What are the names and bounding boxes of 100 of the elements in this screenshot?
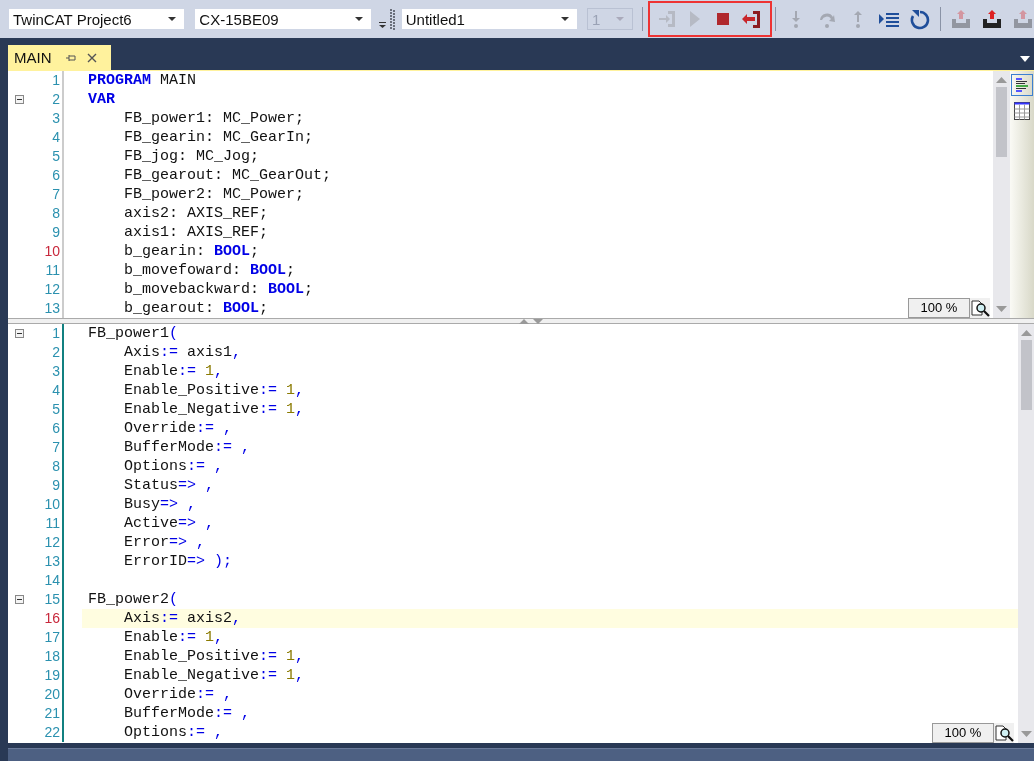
line-number: 3 (51, 109, 61, 128)
line-number: 13 (43, 552, 61, 571)
zoom-icon[interactable] (970, 298, 990, 318)
code-line: FB_power2( (88, 591, 179, 608)
scroll-thumb[interactable] (1020, 340, 1032, 410)
code-line: FB_power2: MC_Power; (123, 186, 305, 203)
code-line: Axis:= axis2, (123, 610, 242, 627)
code-line: BufferMode:= , (123, 439, 251, 456)
collapse-icon[interactable] (15, 595, 24, 604)
code-line: Enable:= 1, (123, 363, 224, 380)
line-number: 20 (43, 685, 61, 704)
scrollbar[interactable] (993, 71, 1010, 318)
code-line: b_gearout: BOOL; (123, 300, 269, 317)
line-number: 1 (51, 71, 61, 90)
code-line: Active=> , (123, 515, 215, 532)
code-line: Override:= , (123, 686, 233, 703)
code-line: FB_gearout: MC_GearOut; (123, 167, 332, 184)
document-tab[interactable]: MAIN (8, 45, 111, 70)
dropdown[interactable]: Untitled1 (400, 8, 579, 30)
line-number: 15 (43, 590, 61, 609)
caret-icon (561, 17, 570, 21)
scroll-thumb[interactable] (996, 87, 1007, 157)
code-line: axis2: AXIS_REF; (123, 205, 269, 222)
code-line: ErrorID=> ); (123, 553, 233, 570)
line-number: 8 (51, 457, 61, 476)
code-line: Status=> , (123, 477, 215, 494)
collapse-icon[interactable] (15, 95, 24, 104)
line-number: 22 (43, 723, 61, 742)
scroll-down-icon[interactable] (1020, 731, 1032, 737)
line-number: 10 (43, 242, 61, 261)
caret-icon (354, 17, 363, 21)
caret-icon (616, 17, 625, 21)
line-number: 5 (51, 400, 61, 419)
code-line: FB_power1: MC_Power; (123, 110, 305, 127)
line-number: 16 (43, 609, 61, 628)
grip-icon[interactable] (389, 8, 395, 30)
code-line: Enable_Positive:= 1, (123, 382, 305, 399)
line-number: 12 (43, 533, 61, 552)
line-number: 4 (51, 381, 61, 400)
code-line: PROGRAM MAIN (88, 72, 197, 89)
line-number: 21 (43, 704, 61, 723)
code-line: Error=> , (123, 534, 206, 551)
line-number: 13 (43, 299, 61, 318)
code-line: Enable:= 1, (123, 629, 224, 646)
code-line: Enable_Negative:= 1, (123, 667, 305, 684)
caret-icon[interactable] (1020, 56, 1030, 62)
line-number: 6 (51, 166, 61, 185)
dropdown[interactable]: CX-15BE09 (194, 8, 372, 30)
line-number: 8 (51, 204, 61, 223)
code-line: Override:= , (123, 420, 233, 437)
code-line: Enable_Positive:= 1, (123, 648, 305, 665)
splitter-arrows-icon[interactable] (518, 317, 544, 325)
code-line: Options:= , (123, 458, 224, 475)
line-number: 3 (51, 362, 61, 381)
line-number: 2 (51, 343, 61, 362)
code-line: BufferMode:= , (123, 705, 251, 722)
collapse-icon[interactable] (15, 329, 24, 338)
caret-icon (168, 17, 177, 21)
line-number: 2 (51, 90, 61, 109)
code-line: b_movebackward: BOOL; (123, 281, 314, 298)
scrollbar[interactable] (1018, 324, 1034, 743)
scroll-up-icon[interactable] (996, 77, 1007, 83)
line-number: 4 (51, 128, 61, 147)
pin-icon[interactable] (65, 52, 76, 63)
logout-icon[interactable] (740, 8, 763, 30)
zoom-level[interactable]: 100 % (908, 298, 970, 318)
code-line: Axis:= axis1, (123, 344, 242, 361)
code-line: axis1: AXIS_REF; (123, 224, 269, 241)
table-view-icon[interactable] (1013, 101, 1031, 121)
code-line: VAR (88, 91, 115, 108)
line-number: 9 (51, 476, 61, 495)
zoom-icon[interactable] (994, 723, 1014, 743)
line-number: 6 (51, 419, 61, 438)
code-line: FB_jog: MC_Jog; (123, 148, 260, 165)
line-number: 19 (43, 666, 61, 685)
line-number: 14 (43, 571, 61, 590)
dropdown[interactable]: TwinCAT Project6 (8, 8, 186, 30)
line-number: 9 (51, 223, 61, 242)
refresh-icon[interactable] (909, 8, 932, 30)
code-line: Enable_Negative:= 1, (123, 401, 305, 418)
close-icon[interactable] (86, 52, 97, 63)
text-view-icon[interactable] (1011, 74, 1033, 96)
code-line: FB_gearin: MC_GearIn; (123, 129, 314, 146)
zoom-level[interactable]: 100 % (932, 723, 994, 743)
line-number: 7 (51, 438, 61, 457)
line-number: 5 (51, 147, 61, 166)
line-number: 17 (43, 628, 61, 647)
code-line: FB_power1( (88, 325, 179, 342)
line-number: 11 (44, 261, 61, 280)
code-line: Busy=> , (123, 496, 197, 513)
line-number: 11 (44, 514, 61, 533)
code-line: Options:= , (123, 724, 224, 741)
line-number: 12 (43, 280, 61, 299)
line-number: 7 (51, 185, 61, 204)
code-line: b_movefoward: BOOL; (123, 262, 296, 279)
scroll-down-icon[interactable] (996, 306, 1007, 312)
scroll-up-icon[interactable] (1020, 330, 1032, 336)
code-line: b_gearin: BOOL; (123, 243, 260, 260)
line-number: 10 (43, 495, 61, 514)
line-number: 1 (51, 324, 61, 343)
